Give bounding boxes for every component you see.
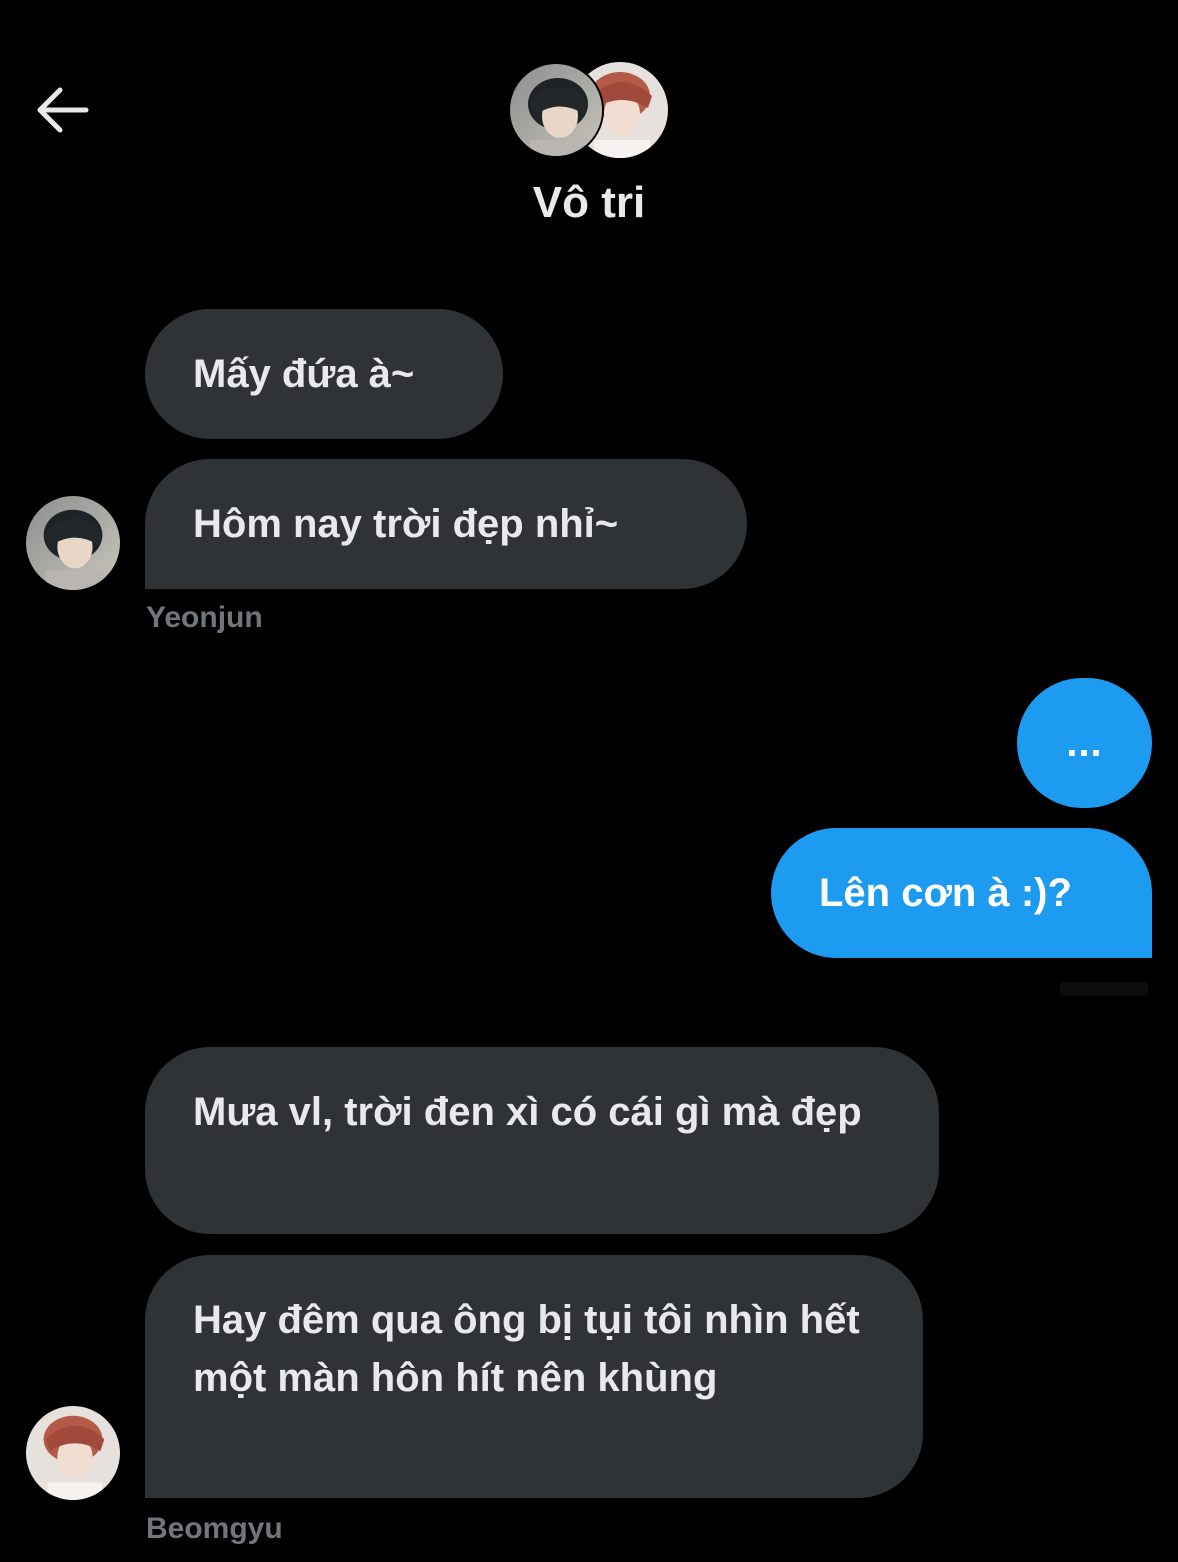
arrow-left-icon: [37, 87, 89, 133]
message-timestamp-placeholder: [1060, 982, 1148, 996]
avatar-yeonjun: [508, 62, 604, 158]
message-bubble-incoming[interactable]: Hay đêm qua ông bị tụi tôi nhìn hết một …: [145, 1255, 923, 1498]
sender-name: Yeonjun: [146, 601, 263, 634]
message-bubble-incoming[interactable]: Hôm nay trời đẹp nhỉ~: [145, 459, 747, 589]
message-bubble-incoming[interactable]: Mưa vl, trời đen xì có cái gì mà đẹp: [145, 1047, 939, 1234]
message-text: Hôm nay trời đẹp nhỉ~: [193, 502, 619, 546]
message-text: Mấy đứa à~: [193, 352, 415, 396]
message-text: Lên cơn à :)?: [819, 871, 1072, 915]
sender-avatar-yeonjun[interactable]: [26, 496, 120, 590]
message-bubble-outgoing[interactable]: ...: [1017, 678, 1152, 808]
message-text: Mưa vl, trời đen xì có cái gì mà đẹp: [193, 1090, 862, 1134]
conversation-title[interactable]: Vô tri: [0, 178, 1178, 228]
message-text: Hay đêm qua ông bị tụi tôi nhìn hết một …: [193, 1298, 860, 1400]
group-avatars[interactable]: [508, 62, 670, 158]
message-bubble-incoming[interactable]: Mấy đứa à~: [145, 309, 503, 439]
sender-name: Beomgyu: [146, 1512, 283, 1545]
sender-avatar-beomgyu[interactable]: [26, 1406, 120, 1500]
message-bubble-outgoing[interactable]: Lên cơn à :)?: [771, 828, 1152, 958]
back-button[interactable]: [30, 78, 94, 142]
message-text: ...: [1066, 721, 1103, 765]
dm-conversation-screen: { "header": { "title": "Vô tri", "back_i…: [0, 0, 1178, 1562]
